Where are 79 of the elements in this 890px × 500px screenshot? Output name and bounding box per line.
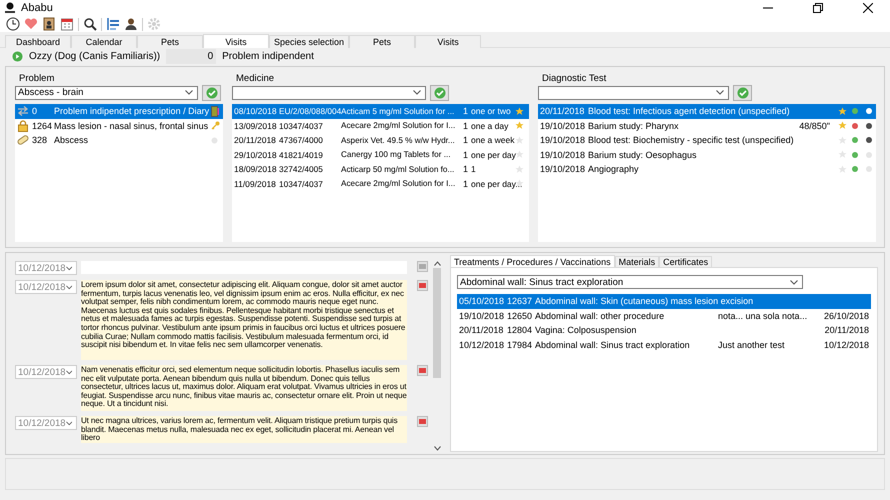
field-label: Problem (18, 73, 56, 83)
tab[interactable]: Calendar (71, 35, 137, 48)
tab[interactable]: Dashboard (5, 35, 71, 48)
note-text[interactable]: Nam venenatis efficitur orci, sed elementum neque sollicitudin lobortis. Phasellus iaculis sem nec elit vulputate porta. Aenean bibendum quis nulla ut bibendum. Donec quis tellus consectetur, ultrices lacus ut, maximus dolor. Aliquam erat volutpat. Vivamus ultricies in eros ut feugiat. Suspendisse arcu nunc, finibus vitae mauris ac, consectetur ornare elit. Proin ut neque neque. Ut a tincidunt nisi. (81, 365, 407, 411)
caret-icon (66, 420, 72, 426)
caret-icon (66, 284, 72, 290)
caret-icon (413, 90, 421, 95)
scroll-down-icon[interactable] (434, 446, 441, 451)
treatment-row[interactable]: 10/12/2018 17984 Abdominal wall: Sinus tract exploration Just another test 10/12/2018 (457, 338, 871, 352)
restore-icon (812, 3, 822, 13)
problem-row[interactable]: 0 Problem indipendet prescription / Diary (15, 104, 223, 118)
delete-button[interactable] (417, 416, 428, 427)
note-text[interactable]: Lorem ipsum dolor sit amet, consectetur adipiscing elit. Aliquam congue, dolor sit amet auctor fermentum, turpis lacus venenatis leo, vel dignissim ipsum enim ac eros. Nulla efficitur, ex nec volutpat semper, felis nibh condimentum lorem, ac commodo mauris neque eget nunc. Maecenas luctus est quis sodales finibus. Pellentesque habitant morbi tristique senectus et netus et malesuada fames ac turpis egestas. Suspendisse potenti. Suspendisse sed turpis at tortor rhoncus pulvinar. Vestibulum ante ipsum primis in faucibus orci luctus et ultrices posuere cubilia Curae; Nullam commodo mattis facilisis. Vestibulum malesuada fermentum orci, id suscipit nisi bibendum et. In vitae felis nec sem ullamcorper venenatis. (81, 280, 407, 360)
delete-button[interactable] (417, 280, 428, 291)
problem-dropdown[interactable]: Abscess - brain (15, 86, 198, 100)
diagnostic-dropdown[interactable] (538, 86, 729, 100)
field-label: Diagnostic Test (541, 73, 608, 83)
caret-icon (66, 370, 72, 374)
search-icon[interactable] (83, 17, 97, 31)
treatment-row[interactable]: 19/10/2018 12650 Abdominal wall: other procedure nota... una sola nota... 26/10/2018 (457, 308, 871, 323)
medicine-row[interactable]: 20/11/2018 47367/4000 Asperix Vet. 49.5 % w/w Hydr... 1 one a week (232, 133, 529, 148)
calendar-icon[interactable] (60, 17, 74, 31)
medicine-dropdown[interactable] (232, 86, 426, 100)
field-label: Medicine (235, 73, 276, 83)
treatment-row[interactable]: 05/10/2018 12637 Abdominal wall: Skin (cutaneous) mass lesion excision (457, 294, 871, 308)
problem-name: Problem indipendent (222, 50, 314, 62)
diagnostic-row[interactable]: 19/10/2018 Barium study: Oesophagus (538, 148, 876, 162)
tab[interactable]: Visits (415, 35, 482, 48)
check-icon (206, 86, 218, 98)
bandage-icon (17, 134, 29, 146)
arrows-icon (17, 106, 29, 116)
book-icon (211, 106, 219, 117)
problem-row[interactable]: 1264 Mass lesion - nasal sinus, frontal sinus (15, 118, 223, 133)
caret-icon (790, 280, 798, 284)
tab[interactable]: Materials (614, 256, 660, 267)
note-text[interactable]: Ut nec magna ultrices, varius lorem ac, fermentum velit. Aliquam tristique pretium turpis quis blandit. Maecenas metus nulla, malesuada nec ex eget, sollicitudin placerat mi. Aenean vel libero (81, 416, 407, 443)
problem-row[interactable]: 328 Abscess (15, 133, 223, 148)
delete-button[interactable] (417, 365, 428, 376)
caret-icon (185, 90, 193, 95)
caret-icon (716, 90, 724, 95)
medicine-row[interactable]: 29/10/2018 41821/4019 Canergy 100 mg Tablets for ... 1 one per day (232, 148, 529, 162)
treatment-dropdown[interactable]: Abdominal wall: Sinus tract exploration (457, 275, 803, 289)
medicine-row[interactable]: 08/10/2018 EU/2/08/088/004Acticam 5 mg/ml Solution for ... 1 one or two (232, 104, 529, 118)
scroll-up-icon[interactable] (434, 261, 441, 266)
check-icon (434, 86, 446, 98)
list-icon[interactable] (106, 17, 120, 31)
medicine-row[interactable]: 11/09/2018 10347/4037 Acecare 2mg/ml Solution for I... 1 one per day... (232, 176, 529, 191)
person-icon[interactable] (124, 17, 138, 31)
medicine-row[interactable]: 13/09/2018 10347/4037 Acecare 2mg/ml Solution for I... 1 one a day (232, 118, 529, 133)
medicine-row[interactable]: 18/09/2018 32742/4005 Acticarp 50 mg/ml Solution fo... 1 1 (232, 162, 529, 176)
tab[interactable]: Certificates (659, 256, 712, 267)
diagnostic-row[interactable]: 19/10/2018 Barium study: Pharynx 48/850" (538, 118, 876, 133)
patient-name: Ozzy (Dog (Canis Familiaris)) (29, 50, 160, 62)
diagnostic-row[interactable]: 20/11/2018 Blood test: Infectious agent detection (unspecified) (538, 104, 876, 118)
contact-book-icon[interactable] (42, 17, 56, 31)
dot-icon (211, 136, 218, 144)
diagnostic-row[interactable]: 19/10/2018 Blood test: Biochemistry - specific test (unspecified) (538, 133, 876, 148)
close-icon (862, 3, 872, 13)
confirm-button[interactable] (430, 84, 449, 100)
diagnostic-row[interactable]: 19/10/2018 Angiography (538, 162, 876, 176)
scroll-thumb[interactable] (433, 268, 442, 378)
tab[interactable]: Treatments / Procedures / Vaccinations (450, 255, 615, 267)
confirm-button[interactable] (733, 84, 752, 100)
tab[interactable]: Species selection (269, 35, 350, 48)
lock-icon (17, 120, 29, 132)
tab[interactable]: Pets (349, 35, 416, 48)
confirm-button[interactable] (202, 84, 221, 100)
tab[interactable]: Pets (137, 35, 203, 48)
app-logo-icon (4, 2, 16, 14)
key-icon (211, 121, 220, 130)
play-icon[interactable] (12, 50, 23, 62)
scrollbar[interactable] (432, 261, 442, 451)
clock-icon[interactable] (6, 17, 20, 31)
caret-icon (66, 266, 72, 270)
tab[interactable]: Visits (203, 34, 269, 48)
treatment-row[interactable]: 20/11/2018 12804 Vagina: Colposuspension 20/11/2018 (457, 323, 871, 338)
problem-number: 0 (166, 48, 216, 64)
window-title: Ababu (21, 2, 53, 14)
check-icon (736, 86, 748, 98)
